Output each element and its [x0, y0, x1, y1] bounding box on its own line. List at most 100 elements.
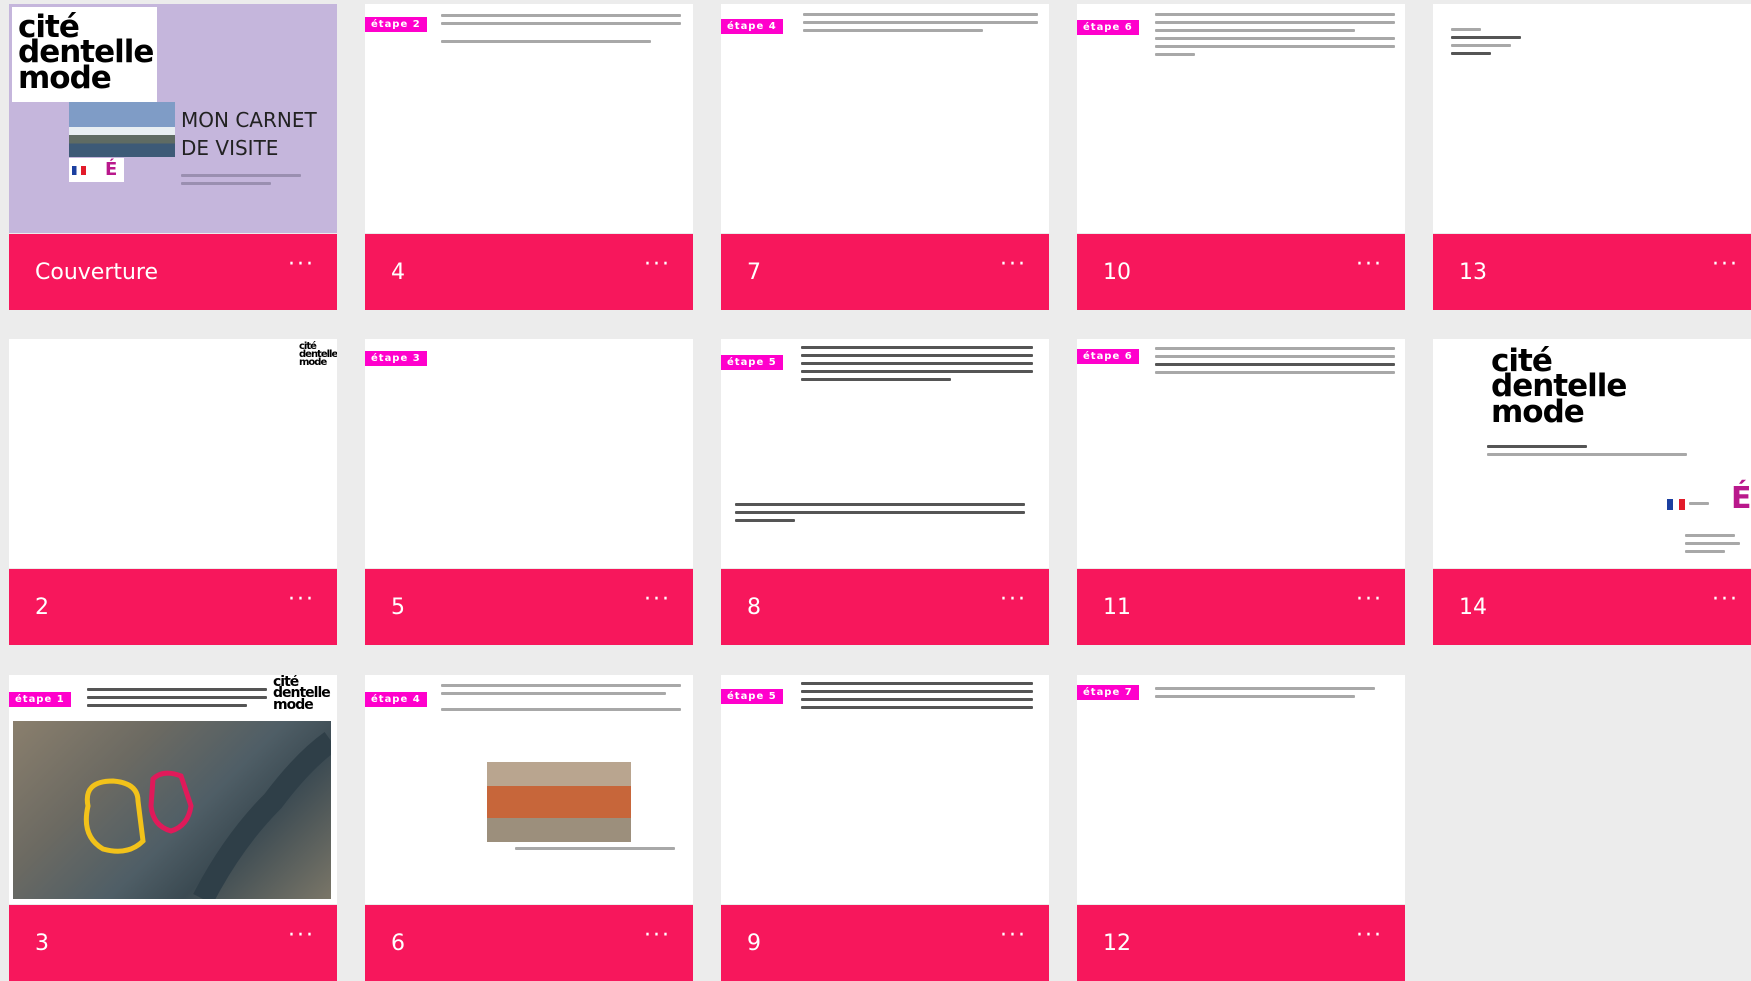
more-options-icon[interactable]: ···: [288, 923, 315, 948]
more-options-icon[interactable]: ···: [644, 252, 671, 277]
slide-label-bar: 10 ···: [1077, 234, 1405, 310]
text-line: [441, 22, 681, 25]
slide-tile-5[interactable]: étape 3 5 ···: [365, 339, 693, 645]
text-line: [1155, 53, 1195, 56]
text-line: [803, 29, 983, 32]
slide-label: 8: [747, 595, 761, 620]
more-options-icon[interactable]: ···: [288, 252, 315, 277]
text-line: [441, 692, 666, 695]
etape-badge: étape 4: [365, 692, 427, 707]
slide-label: 7: [747, 260, 761, 285]
slide-label-bar: 9 ···: [721, 905, 1049, 981]
education-e-icon: É: [1731, 481, 1751, 516]
text-line: [1155, 45, 1395, 48]
slide-label-bar: 5 ···: [365, 569, 693, 645]
french-flag-icon: [1667, 499, 1685, 510]
slide-label-bar: 14 ···: [1433, 569, 1751, 645]
slide-tile-8[interactable]: étape 5 8 ···: [721, 339, 1049, 645]
slide-thumbnail[interactable]: étape 4: [721, 4, 1049, 233]
text-line: [181, 182, 271, 185]
slide-tile-13[interactable]: 13 ···: [1433, 4, 1751, 310]
text-line: [1155, 21, 1395, 24]
slide-tile-11[interactable]: étape 6 11 ···: [1077, 339, 1405, 645]
slide-tile-12[interactable]: étape 7 12 ···: [1077, 675, 1405, 981]
text-line: [1451, 36, 1521, 39]
slide-tile-couverture[interactable]: cité dentelle mode MON CARNET DE VISITE É C…: [9, 4, 337, 310]
slide-label: Couverture: [35, 260, 159, 285]
aerial-map-image: [13, 721, 331, 899]
education-e-icon: É: [105, 159, 118, 180]
slide-thumbnail[interactable]: étape 4: [365, 675, 693, 904]
building-photo: [487, 762, 631, 842]
slide-label-bar: 13 ···: [1433, 234, 1751, 310]
slide-thumbnail[interactable]: étape 5: [721, 675, 1049, 904]
text-line: [801, 354, 1033, 357]
text-line: [801, 706, 1033, 709]
more-options-icon[interactable]: ···: [1712, 587, 1739, 612]
slide-label: 5: [391, 595, 405, 620]
etape-badge: étape 5: [721, 689, 783, 704]
slide-label: 11: [1103, 595, 1131, 620]
slide-tile-6[interactable]: étape 4 6 ···: [365, 675, 693, 981]
slide-tile-10[interactable]: étape 6 10 ···: [1077, 4, 1405, 310]
slide-tile-9[interactable]: étape 5 9 ···: [721, 675, 1049, 981]
text-line: [87, 688, 267, 691]
slide-thumbnail[interactable]: cité dentelle mode MON CARNET DE VISITE É: [9, 4, 337, 233]
etape-badge: étape 2: [365, 17, 427, 32]
slide-label: 2: [35, 595, 49, 620]
slide-tile-7[interactable]: étape 4 7 ···: [721, 4, 1049, 310]
text-line: [1487, 445, 1587, 448]
slide-tile-14[interactable]: cité dentelle mode É 14 ···: [1433, 339, 1751, 645]
slide-thumbnail[interactable]: cité dentelle mode: [9, 339, 337, 568]
text-line: [801, 370, 1033, 373]
text-line: [1155, 37, 1395, 40]
text-line: [735, 503, 1025, 506]
text-line: [1487, 453, 1687, 456]
more-options-icon[interactable]: ···: [1712, 252, 1739, 277]
more-options-icon[interactable]: ···: [644, 923, 671, 948]
text-line: [735, 511, 1025, 514]
more-options-icon[interactable]: ···: [1356, 252, 1383, 277]
more-options-icon[interactable]: ···: [1356, 923, 1383, 948]
more-options-icon[interactable]: ···: [1000, 923, 1027, 948]
slide-label: 9: [747, 931, 761, 956]
text-line: [1451, 28, 1481, 31]
more-options-icon[interactable]: ···: [1000, 252, 1027, 277]
text-line: [1155, 347, 1395, 350]
cite-dentelle-mode-logo: cité dentelle mode: [12, 7, 157, 102]
etape-badge: étape 4: [721, 19, 783, 34]
text-line: [1451, 52, 1491, 55]
text-line: [801, 362, 1033, 365]
slide-thumbnail[interactable]: [1433, 4, 1751, 233]
french-flag-icon: [72, 166, 86, 175]
slide-tile-4[interactable]: étape 2 4 ···: [365, 4, 693, 310]
slide-thumbnail[interactable]: étape 1 cité dentelle mode: [9, 675, 337, 904]
slide-label-bar: 6 ···: [365, 905, 693, 981]
cite-dentelle-mode-logo: cité dentelle mode: [299, 341, 337, 369]
slide-label: 13: [1459, 260, 1487, 285]
more-options-icon[interactable]: ···: [644, 587, 671, 612]
etape-badge: étape 1: [9, 692, 71, 707]
slide-label-bar: 12 ···: [1077, 905, 1405, 981]
text-line: [87, 704, 247, 707]
slide-thumbnail[interactable]: étape 6: [1077, 339, 1405, 568]
slide-thumbnail[interactable]: étape 7: [1077, 675, 1405, 904]
slide-thumbnail[interactable]: étape 5: [721, 339, 1049, 568]
slide-tile-3[interactable]: étape 1 cité dentelle mode 3 ···: [9, 675, 337, 981]
more-options-icon[interactable]: ···: [1000, 587, 1027, 612]
text-line: [1451, 44, 1511, 47]
cite-dentelle-mode-logo: cité dentelle mode: [1491, 343, 1627, 430]
text-line: [1155, 695, 1355, 698]
slide-thumbnail[interactable]: étape 3: [365, 339, 693, 568]
slide-thumbnail[interactable]: étape 2: [365, 4, 693, 233]
slide-tile-2[interactable]: cité dentelle mode 2 ···: [9, 339, 337, 645]
slide-label-bar: 4 ···: [365, 234, 693, 310]
more-options-icon[interactable]: ···: [1356, 587, 1383, 612]
slide-thumbnail[interactable]: étape 6: [1077, 4, 1405, 233]
more-options-icon[interactable]: ···: [288, 587, 315, 612]
text-line: [1155, 687, 1375, 690]
slide-thumbnail[interactable]: cité dentelle mode É: [1433, 339, 1751, 568]
text-line: [1685, 542, 1740, 545]
slide-label-bar: 2 ···: [9, 569, 337, 645]
text-line: [441, 684, 681, 687]
